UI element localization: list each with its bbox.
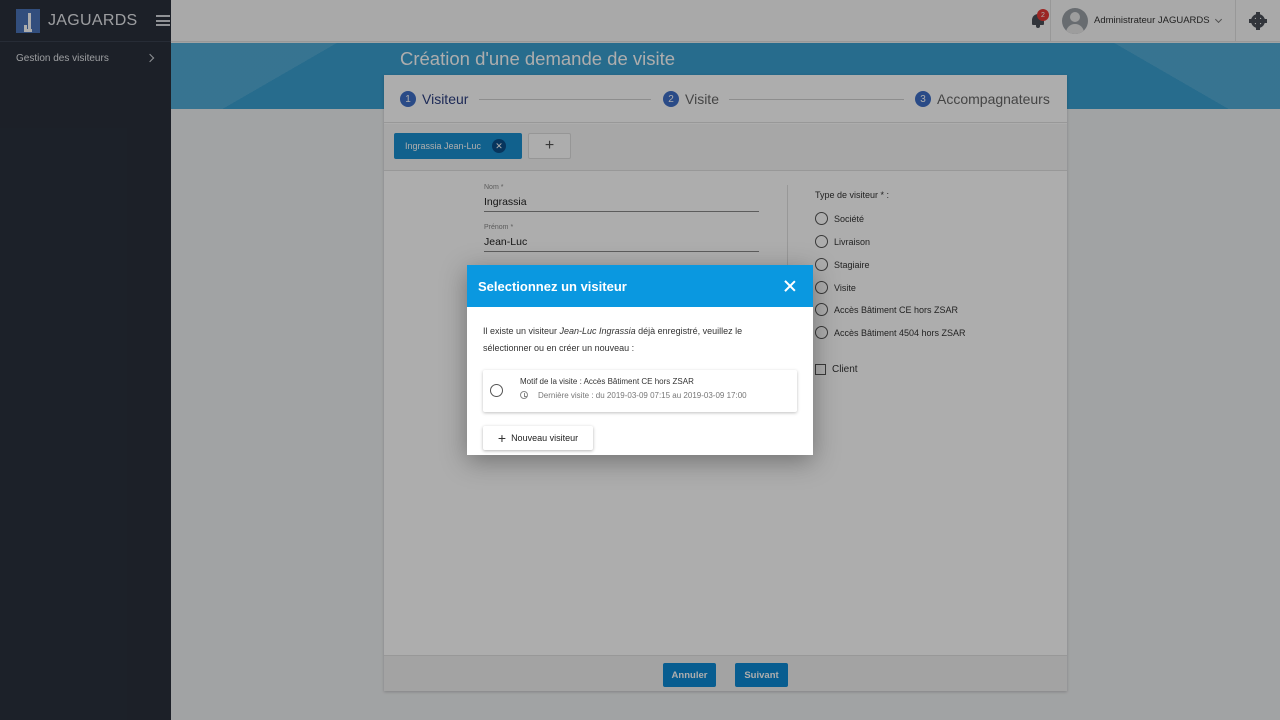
dialog-message: Il existe un visiteur Jean-Luc Ingrassia… bbox=[483, 323, 783, 357]
close-icon[interactable] bbox=[783, 279, 797, 293]
option-radio[interactable] bbox=[490, 384, 503, 397]
plus-icon: + bbox=[497, 430, 507, 446]
visitor-name: Jean-Luc Ingrassia bbox=[559, 326, 636, 336]
dialog-title: Selectionnez un visiteur bbox=[478, 278, 627, 294]
option-motif: Motif de la visite : Accès Bâtiment CE h… bbox=[520, 377, 694, 386]
clock-icon bbox=[520, 391, 528, 399]
dialog-header: Selectionnez un visiteur bbox=[467, 265, 813, 307]
message-part: Il existe un visiteur bbox=[483, 326, 560, 336]
option-last-visit: Dernière visite : du 2019-03-09 07:15 au… bbox=[538, 391, 747, 400]
new-visitor-label: Nouveau visiteur bbox=[511, 433, 579, 443]
select-visitor-dialog: Selectionnez un visiteur Il existe un vi… bbox=[467, 265, 813, 455]
new-visitor-button[interactable]: + Nouveau visiteur bbox=[483, 426, 593, 450]
existing-visitor-option[interactable]: Motif de la visite : Accès Bâtiment CE h… bbox=[483, 370, 797, 412]
